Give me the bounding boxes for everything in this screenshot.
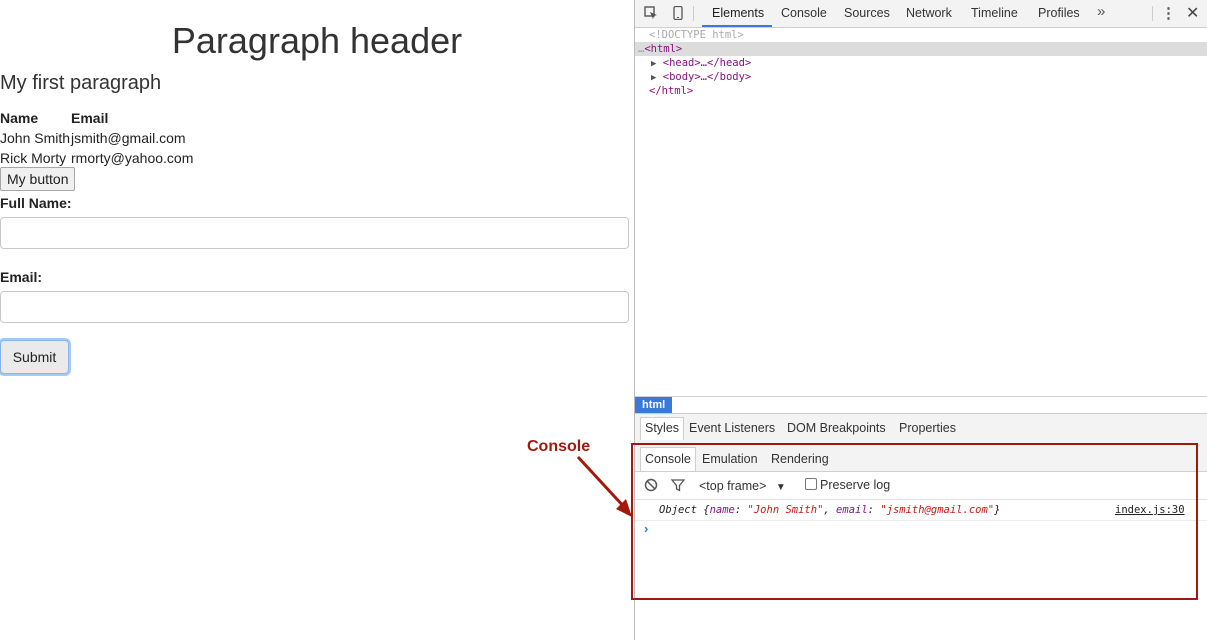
email-column-header: Email bbox=[71, 110, 109, 126]
dom-node-html-close[interactable]: </html> bbox=[635, 84, 1207, 98]
checkbox-icon[interactable] bbox=[805, 478, 817, 490]
tab-console[interactable]: Console bbox=[781, 6, 827, 20]
more-tabs-icon[interactable]: » bbox=[1097, 3, 1105, 20]
tab-styles[interactable]: Styles bbox=[640, 417, 685, 440]
my-button[interactable]: My button bbox=[0, 167, 76, 191]
drawer-tab-emulation[interactable]: Emulation bbox=[702, 452, 758, 466]
sidebar-tabs: Styles Event Listeners DOM Breakpoints P… bbox=[635, 413, 1207, 442]
drawer-tabs: Console Emulation Rendering bbox=[635, 441, 1207, 472]
page-heading: Paragraph header bbox=[171, 20, 463, 61]
toolbar-divider bbox=[693, 6, 694, 21]
tab-event-listeners[interactable]: Event Listeners bbox=[689, 421, 775, 435]
close-icon[interactable]: ✕ bbox=[1186, 3, 1199, 23]
dom-node-body[interactable]: ▶ <body>…</body> bbox=[635, 70, 1207, 84]
filter-icon[interactable] bbox=[670, 478, 686, 497]
doctype-text: <!DOCTYPE html> bbox=[649, 29, 744, 41]
tab-dom-breakpoints[interactable]: DOM Breakpoints bbox=[787, 421, 886, 435]
html-close-tag: </html> bbox=[649, 85, 694, 97]
customize-menu-icon[interactable]: ⋮ bbox=[1161, 4, 1176, 22]
full-name-label: Full Name: bbox=[0, 195, 72, 211]
table-row: Rick Morty rmorty@yahoo.com bbox=[0, 148, 193, 168]
toolbar-divider bbox=[1152, 6, 1153, 21]
tab-properties[interactable]: Properties bbox=[899, 421, 956, 435]
head-tag: <head>…</head> bbox=[662, 57, 752, 69]
email-cell: rmorty@yahoo.com bbox=[71, 150, 194, 166]
inspect-element-icon[interactable] bbox=[644, 6, 658, 20]
source-link[interactable]: index.js:30 bbox=[1115, 500, 1185, 520]
people-table: Name Email John Smith jsmith@gmail.com R… bbox=[0, 108, 193, 168]
console-message: Object {name: "John Smith", email: "jsmi… bbox=[635, 500, 1207, 521]
email-cell: jsmith@gmail.com bbox=[71, 130, 186, 146]
active-tab-indicator bbox=[702, 25, 772, 27]
object-prefix: Object { bbox=[659, 504, 710, 516]
full-name-input[interactable] bbox=[0, 217, 629, 249]
table-header-row: Name Email bbox=[0, 108, 193, 128]
name-column-header: Name bbox=[0, 110, 39, 126]
expand-triangle-icon[interactable]: ▶ bbox=[651, 73, 656, 83]
breadcrumb-item-html[interactable]: html bbox=[635, 397, 673, 414]
dom-node-html[interactable]: …<html> bbox=[635, 42, 1207, 56]
email-input[interactable] bbox=[0, 291, 629, 323]
dropdown-arrow-icon: ▼ bbox=[775, 482, 786, 493]
dom-node-head[interactable]: ▶ <head>…</head> bbox=[635, 56, 1207, 70]
breadcrumb: html bbox=[635, 396, 1207, 414]
dom-node-doctype[interactable]: <!DOCTYPE html> bbox=[635, 28, 1207, 42]
name-value: "John Smith" bbox=[747, 504, 824, 516]
annotation-arrow-icon bbox=[576, 455, 632, 517]
drawer-tab-console[interactable]: Console bbox=[640, 447, 696, 471]
body-tag: <body>…</body> bbox=[662, 71, 752, 83]
tab-elements[interactable]: Elements bbox=[712, 6, 764, 20]
web-page: Paragraph header My first paragraph Name… bbox=[0, 0, 634, 640]
table-row: John Smith jsmith@gmail.com bbox=[0, 128, 193, 148]
tab-profiles[interactable]: Profiles bbox=[1038, 6, 1080, 20]
console-prompt-icon[interactable]: › bbox=[644, 521, 648, 536]
tab-network[interactable]: Network bbox=[906, 6, 952, 20]
preserve-log-checkbox[interactable]: Preserve log bbox=[805, 478, 890, 492]
frame-select[interactable]: <top frame> ▼ bbox=[699, 479, 786, 493]
name-cell: John Smith bbox=[0, 130, 71, 146]
console-toolbar: <top frame> ▼ Preserve log bbox=[635, 472, 1207, 500]
tab-sources[interactable]: Sources bbox=[844, 6, 890, 20]
frame-select-value: <top frame> bbox=[699, 479, 767, 493]
email-value: "jsmith@gmail.com" bbox=[880, 504, 995, 516]
submit-button[interactable]: Submit bbox=[0, 340, 69, 374]
tab-timeline[interactable]: Timeline bbox=[971, 6, 1018, 20]
expand-triangle-icon[interactable]: ▶ bbox=[651, 59, 656, 69]
preserve-log-label: Preserve log bbox=[820, 478, 891, 492]
drawer-tab-rendering[interactable]: Rendering bbox=[771, 452, 829, 466]
object-suffix: } bbox=[994, 504, 1001, 516]
devtools-panel: Elements Console Sources Network Timelin… bbox=[634, 0, 1207, 640]
console-annotation-label: Console bbox=[527, 438, 591, 455]
console-message-text[interactable]: Object {name: "John Smith", email: "jsmi… bbox=[659, 500, 1000, 520]
clear-console-icon[interactable] bbox=[644, 478, 658, 497]
email-label: Email: bbox=[0, 269, 43, 285]
console-drawer: Console Emulation Rendering <top frame> … bbox=[635, 441, 1207, 640]
html-open-tag: <html> bbox=[644, 43, 683, 55]
name-cell: Rick Morty bbox=[0, 150, 67, 166]
first-paragraph: My first paragraph bbox=[0, 72, 162, 94]
device-mode-icon[interactable] bbox=[671, 5, 685, 21]
devtools-toolbar: Elements Console Sources Network Timelin… bbox=[635, 0, 1207, 28]
email-key: email bbox=[836, 504, 868, 516]
name-key: name bbox=[709, 504, 735, 516]
